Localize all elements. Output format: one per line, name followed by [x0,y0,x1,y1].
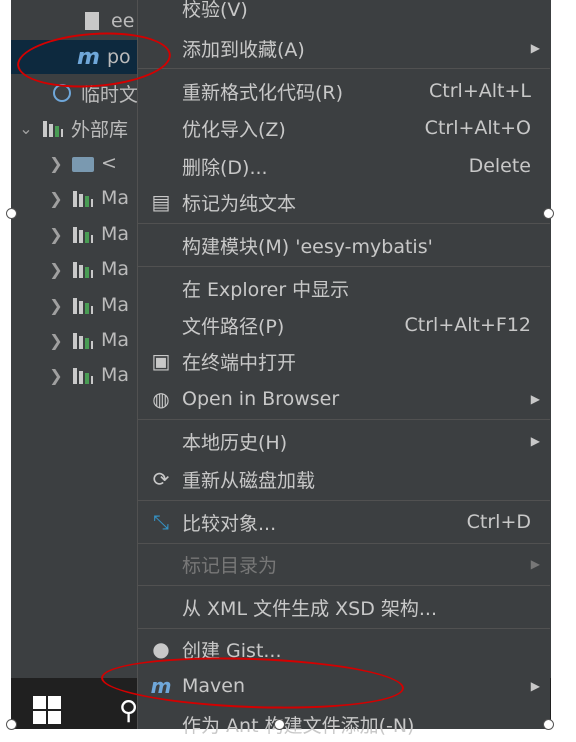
tree-item-maven-lib[interactable]: ❯ Ma [47,252,129,286]
menu-item-mark-as-plain-text[interactable]: ▤ 标记为纯文本 [138,184,550,220]
menu-item-optimize-imports[interactable]: 优化导入(Z) Ctrl+Alt+O [138,110,550,146]
menu-item-validate[interactable]: 校验(V) [138,0,550,26]
globe-icon: ◍ [152,387,170,411]
chevron-right-icon[interactable]: ❯ [47,296,65,315]
library-icon [71,258,95,280]
submenu-arrow-icon: ▶ [530,41,540,55]
submenu-arrow-icon: ▶ [530,557,540,571]
menu-item-mark-directory-as: 标记目录为 ▶ [182,554,540,577]
tree-item-scratches[interactable]: 临时文 [51,76,138,110]
folder-icon [71,152,95,174]
scratches-icon [51,82,75,104]
submenu-arrow-icon: ▶ [530,434,540,448]
library-icon [71,223,95,245]
tree-item-maven-lib[interactable]: ❯ Ma [47,288,129,322]
terminal-icon: ▣ [151,349,171,373]
tree-item-maven-lib[interactable]: ❯ Ma [47,217,129,251]
menu-item-local-history[interactable]: 本地历史(H) ▶ [138,423,550,459]
library-icon [71,294,95,316]
menu-item-add-as-ant-build-file[interactable]: 作为 Ant 构建文件添加(-N) [138,706,550,742]
menu-separator [138,628,550,629]
chevron-down-icon[interactable]: ⌄ [17,119,35,138]
menu-item-build-module[interactable]: 构建模块(M) 'eesy-mybatis' [138,227,550,263]
chevron-right-icon[interactable]: ❯ [47,331,65,350]
chevron-right-icon[interactable]: ❯ [47,154,65,173]
menu-item-open-in-browser[interactable]: ◍ Open in Browser ▶ [138,381,550,417]
file-icon [81,10,105,32]
tree-item-jdk[interactable]: ❯ < [47,146,117,180]
context-menu: 校验(V) 添加到收藏(A) ▶ 重新格式化代码(R) Ctrl+Alt+L 优… [137,0,550,737]
submenu-arrow-icon: ▶ [530,392,540,406]
menu-item-maven[interactable]: m Maven ▶ [138,668,550,704]
github-icon: ● [152,637,170,661]
library-icon [71,364,95,386]
library-icon [71,329,95,351]
library-icon [41,117,65,139]
tree-item-pom[interactable]: m po [11,40,141,74]
menu-item-reload-from-disk[interactable]: ⟳ 重新从磁盘加载 [138,461,550,497]
menu-item-create-gist[interactable]: ● 创建 Gist... [138,631,550,667]
chevron-right-icon[interactable]: ❯ [47,225,65,244]
resize-handle[interactable] [6,208,17,219]
tree-item-external-libraries[interactable]: ⌄ 外部库 [17,111,128,145]
resize-handle[interactable] [543,208,554,219]
tree-item-maven-lib[interactable]: ❯ Ma [47,358,129,392]
tree-item-maven-lib[interactable]: ❯ Ma [47,181,129,215]
chevron-right-icon[interactable]: ❯ [47,189,65,208]
menu-item-show-in-explorer[interactable]: 在 Explorer 中显示 [138,270,550,306]
menu-separator [138,585,550,586]
menu-item-file-path[interactable]: 文件路径(P) Ctrl+Alt+F12 [138,307,550,343]
windows-start-icon[interactable] [33,696,63,726]
menu-separator [138,68,550,69]
tree-item-eesy-file[interactable]: ee [81,4,134,38]
maven-icon: m [77,44,100,70]
plain-text-icon: ▤ [151,190,171,214]
menu-separator [138,266,550,267]
menu-item-add-to-favorites[interactable]: 添加到收藏(A) ▶ [138,30,550,66]
menu-separator [138,500,550,501]
menu-separator [138,223,550,224]
chevron-right-icon[interactable]: ❯ [47,366,65,385]
resize-handle[interactable] [274,719,285,730]
resize-handle[interactable] [543,719,554,730]
search-icon[interactable]: ⚲ [119,696,138,726]
resize-handle[interactable] [6,719,17,730]
reload-icon: ⟳ [152,467,170,491]
menu-item-generate-xsd[interactable]: 从 XML 文件生成 XSD 架构... [138,589,550,625]
maven-icon: m [150,674,172,698]
menu-separator [138,419,550,420]
submenu-arrow-icon: ▶ [530,679,540,693]
menu-item-compare-with[interactable]: ⤡ 比较对象... Ctrl+D [138,504,550,540]
menu-item-open-in-terminal[interactable]: ▣ 在终端中打开 [138,343,550,379]
menu-separator [138,543,550,544]
tree-item-maven-lib[interactable]: ❯ Ma [47,323,129,357]
chevron-right-icon[interactable]: ❯ [47,260,65,279]
menu-item-reformat-code[interactable]: 重新格式化代码(R) Ctrl+Alt+L [138,73,550,109]
compare-icon: ⤡ [153,510,169,534]
library-icon [71,187,95,209]
menu-item-delete[interactable]: 删除(D)... Delete [138,148,550,184]
